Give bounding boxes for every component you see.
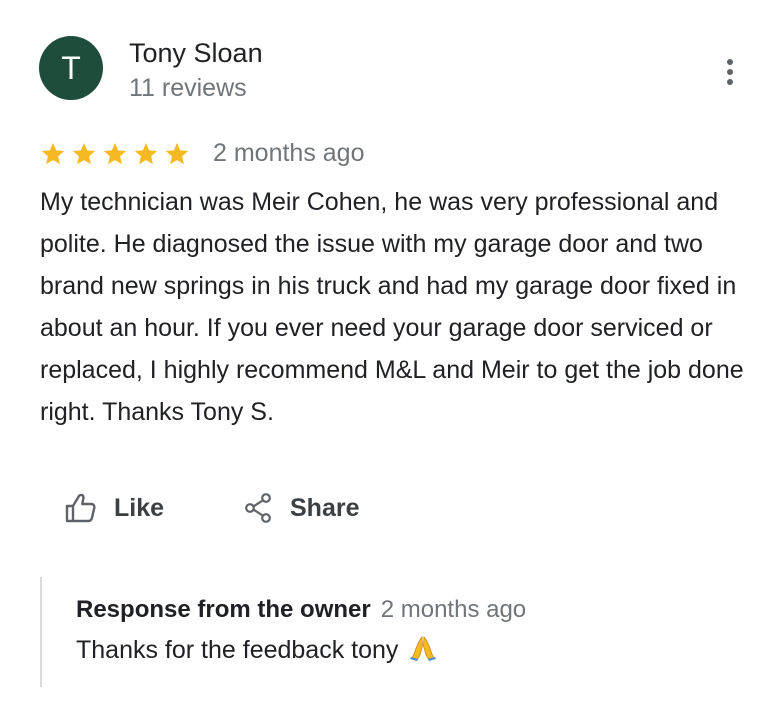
star-icon	[103, 142, 127, 165]
owner-response-title: Response from the owner	[76, 596, 371, 623]
star-rating	[40, 140, 195, 168]
avatar[interactable]: T	[39, 36, 103, 100]
more-vert-icon	[727, 59, 733, 85]
owner-response-body: Thanks for the feedback tony	[76, 633, 437, 667]
share-icon	[245, 493, 271, 523]
star-icon	[165, 142, 189, 165]
star-icon	[41, 142, 65, 165]
folded-hands-icon	[410, 636, 437, 661]
share-label: Share	[290, 493, 360, 522]
owner-response-header: Response from the owner 2 months ago	[76, 594, 526, 626]
star-icon	[134, 142, 158, 165]
review-text: My technician was Meir Cohen, he was ver…	[40, 188, 744, 426]
owner-response: Response from the owner 2 months ago Than…	[40, 577, 742, 687]
author-name[interactable]: Tony Sloan	[129, 36, 263, 70]
like-label: Like	[114, 493, 165, 522]
like-button[interactable]: Like	[64, 490, 164, 526]
thumb-up-icon	[65, 493, 96, 523]
review-date: 2 months ago	[213, 139, 365, 167]
more-options-button[interactable]	[716, 56, 744, 88]
share-button[interactable]: Share	[242, 490, 359, 526]
star-icon	[72, 142, 96, 165]
owner-response-text: Thanks for the feedback tony	[76, 636, 399, 664]
owner-response-date: 2 months ago	[380, 596, 527, 623]
author-review-count[interactable]: 11 reviews	[129, 72, 247, 104]
review-card: T Tony Sloan 11 reviews 2 months ago My …	[0, 0, 778, 702]
